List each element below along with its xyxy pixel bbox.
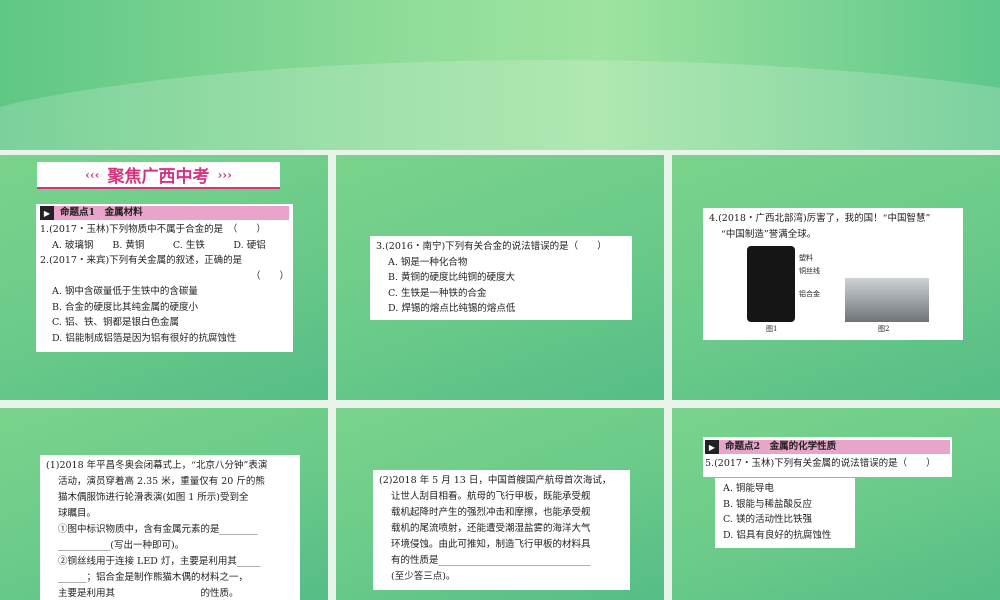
question-5: 5.(2017・玉林)下列有关金属的说法错误的是（ ）	[705, 458, 936, 469]
options-box: A. 铜能导电 B. 银能与稀盐酸反应 C. 镁的活动性比铁强 D. 铝具有良好…	[715, 478, 855, 548]
sub-question-1: ①图中标识物质中，含有金属元素的是________	[58, 524, 258, 535]
slide-thumbnail-5[interactable]: (2)2018 年 5 月 13 日，中国首艘国产航母首次海试， 让世人刮目相看…	[336, 408, 664, 600]
top-banner	[0, 0, 1000, 150]
question-text: 让世人刮目相看。航母的飞行甲板，既能承受舰	[391, 491, 591, 502]
answer-bracket: （ ）	[250, 270, 289, 282]
play-icon: ▶	[705, 440, 719, 454]
slide-title: ‹‹‹ 聚焦广西中考 ›››	[37, 162, 280, 189]
answer-blank: 有的性质是________________________________	[391, 555, 591, 566]
option-b: B. 黄铜的硬度比纯铜的硬度大	[388, 272, 516, 283]
option-d: D. 铝能制成铝箔是因为铝有很好的抗腐蚀性	[52, 332, 237, 344]
question-text: 球瞩目。	[58, 508, 97, 519]
figure-1-caption: 图1	[766, 325, 778, 333]
panda-puppet-image	[747, 246, 795, 322]
banner-wave	[0, 60, 1000, 150]
aircraft-carrier-image	[845, 278, 929, 322]
option-a: A. 钢是一种化合物	[388, 256, 468, 268]
header-text: 命题点2 金属的化学性质	[725, 441, 837, 452]
question-text: (至少答三点)。	[391, 571, 456, 582]
figure-2-caption: 图2	[878, 325, 890, 333]
header-text: 命题点1 金属材料	[60, 207, 143, 218]
sub-question-2: ______；铝合金是制作熊猫木偶的材料之一，	[58, 572, 249, 583]
question-text: (2)2018 年 5 月 13 日，中国首艘国产航母首次海试，	[379, 475, 612, 486]
sub-question-1: ___________(写出一种即可)。	[58, 540, 185, 551]
slide-thumbnail-3[interactable]: 4.(2018・广西北部湾)厉害了，我的国！“中国智慧” “中国制造”誉满全球。…	[672, 155, 1000, 400]
question-box: (2)2018 年 5 月 13 日，中国首艘国产航母首次海试， 让世人刮目相看…	[373, 470, 630, 590]
question-text: 活动，演员穿着高 2.35 米，重量仅有 20 斤的熊	[58, 476, 265, 487]
option-b: B. 银能与稀盐酸反应	[723, 498, 813, 510]
question-4: 4.(2018・广西北部湾)厉害了，我的国！“中国智慧”	[709, 213, 931, 224]
chevron-left-icon: ‹‹‹	[85, 167, 100, 182]
option-d: D. 焊锡的熔点比纯锡的熔点低	[388, 303, 516, 314]
figure-labels: 塑料 铜丝线 铝合金	[799, 252, 820, 301]
chevron-right-icon: ›››	[217, 167, 232, 182]
section-header: ▶ 命题点2 金属的化学性质	[705, 440, 950, 454]
sub-question-2: 主要是利用其 的性质。	[58, 588, 239, 599]
slide-thumbnail-1[interactable]: ‹‹‹ 聚焦广西中考 ››› ▶ 命题点1 金属材料 1.(2017・玉林)下列物…	[0, 155, 328, 400]
question-text: 载机起降时产生的强烈冲击和摩擦，也能承受舰	[391, 507, 591, 518]
question-text: 猫木偶服饰进行轮滑表演(如图 1 所示)受到全	[58, 492, 249, 503]
section-header: ▶ 命题点1 金属材料	[40, 206, 289, 220]
question-text: 载机的尾流喷射，还能遭受潮湿盐雾的海洋大气	[391, 523, 591, 534]
label-plastic: 塑料	[799, 254, 813, 262]
question-box: (1)2018 年平昌冬奥会闭幕式上，“北京八分钟”表演 活动，演员穿着高 2.…	[40, 455, 300, 600]
sub-question-2: ②铜丝线用于连接 LED 灯，主要是利用其_____	[58, 556, 261, 567]
slide-thumbnail-4[interactable]: (1)2018 年平昌冬奥会闭幕式上，“北京八分钟”表演 活动，演员穿着高 2.…	[0, 408, 328, 600]
option-b: B. 合金的硬度比其纯金属的硬度小	[52, 301, 199, 313]
question-box: ▶ 命题点2 金属的化学性质 5.(2017・玉林)下列有关金属的说法错误的是（ …	[703, 437, 952, 477]
option-c: C. 铝、铁、铜都是银白色金属	[52, 317, 179, 328]
question-text: 环境侵蚀。由此可推知，制造飞行甲板的材料具	[391, 539, 591, 550]
question-box: 4.(2018・广西北部湾)厉害了，我的国！“中国智慧” “中国制造”誉满全球。…	[703, 208, 963, 340]
question-4-cont: “中国制造”誉满全球。	[721, 228, 817, 240]
question-2: 2.(2017・来宾)下列有关金属的叙述，正确的是	[40, 255, 243, 266]
option-c: C. 生铁是一种铁的合金	[388, 287, 487, 299]
play-icon: ▶	[40, 206, 54, 220]
question-text: (1)2018 年平昌冬奥会闭幕式上，“北京八分钟”表演	[46, 460, 268, 471]
slide-thumbnail-6[interactable]: ▶ 命题点2 金属的化学性质 5.(2017・玉林)下列有关金属的说法错误的是（ …	[672, 408, 1000, 600]
question-1: 1.(2017・玉林)下列物质中不属于合金的是 （ ）	[40, 224, 266, 235]
option-d: D. 铝具有良好的抗腐蚀性	[723, 529, 832, 541]
question-box: 3.(2016・南宁)下列有关合金的说法错误的是（ ） A. 钢是一种化合物 B…	[370, 236, 632, 320]
title-text: 聚焦广西中考	[107, 167, 210, 187]
label-copper-wire: 铜丝线	[799, 267, 820, 275]
option-a: A. 钢中含碳量低于生铁中的含碳量	[52, 286, 198, 297]
option-a: A. 铜能导电	[723, 483, 774, 494]
slide-thumbnail-2[interactable]: 3.(2016・南宁)下列有关合金的说法错误的是（ ） A. 钢是一种化合物 B…	[336, 155, 664, 400]
option-c: C. 镁的活动性比铁强	[723, 514, 812, 525]
question-3: 3.(2016・南宁)下列有关合金的说法错误的是（ ）	[376, 241, 607, 252]
question-box: ▶ 命题点1 金属材料 1.(2017・玉林)下列物质中不属于合金的是 （ ） A…	[36, 204, 293, 352]
options-1: A. 玻璃钢 B. 黄铜 C. 生铁 D. 硬铝	[52, 239, 266, 251]
label-aluminum-alloy: 铝合金	[799, 290, 820, 298]
